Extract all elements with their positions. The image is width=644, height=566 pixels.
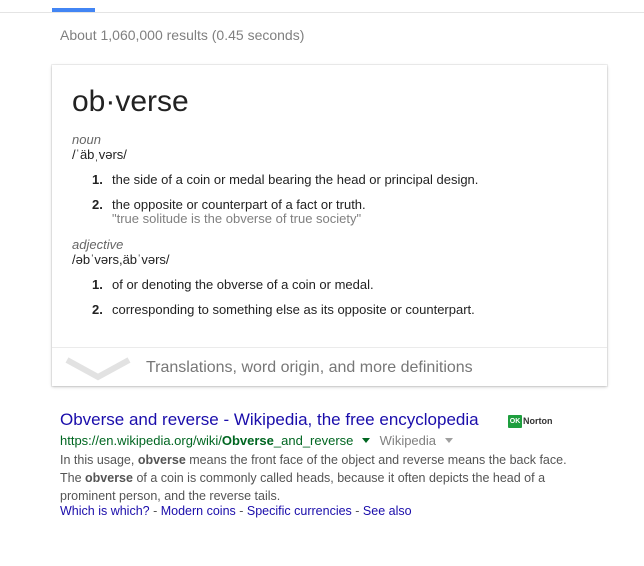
definition-text: corresponding to something else as its o… — [112, 302, 475, 317]
site-menu-caret-icon[interactable] — [444, 438, 453, 443]
result-snippet: In this usage, obverse means the front f… — [60, 451, 570, 505]
snippet-text: of a coin is commonly called heads, beca… — [60, 471, 546, 503]
norton-safe-badge[interactable]: OK Norton — [508, 414, 553, 428]
dictionary-card: ob·verse noun /ˈäbˌvərs/ 1. the side of … — [52, 65, 607, 386]
result-site-name: Wikipedia — [379, 433, 437, 448]
url-suffix: _and_reverse — [273, 433, 354, 448]
sitelink-separator: - — [351, 504, 363, 518]
noun-pronunciation: /ˈäbˌvərs/ — [72, 147, 127, 162]
sitelink[interactable]: Which is which? — [60, 504, 150, 518]
sitelink[interactable]: See also — [363, 504, 412, 518]
chevron-down-icon[interactable] — [64, 356, 132, 382]
snippet-keyword: obverse — [137, 453, 186, 467]
url-prefix: https://en.wikipedia.org/wiki/ — [60, 433, 222, 448]
result-sitelinks: Which is which? - Modern coins - Specifi… — [60, 504, 412, 518]
definition-text: of or denoting the obverse of a coin or … — [112, 277, 374, 292]
snippet-text: In this usage, — [60, 453, 138, 467]
active-tab-indicator — [52, 8, 95, 12]
sitelink-separator: - — [235, 504, 247, 518]
tab-bar — [0, 0, 644, 13]
url-menu-caret-icon[interactable] — [362, 438, 371, 443]
snippet-keyword: obverse — [85, 471, 133, 485]
definition-number: 1. — [92, 277, 103, 292]
result-title-link[interactable]: Obverse and reverse - Wikipedia, the fre… — [60, 410, 479, 430]
dictionary-word: ob·verse — [72, 85, 189, 118]
result-url: https://en.wikipedia.org/wiki/Obverse_an… — [60, 433, 453, 448]
definition-number: 2. — [92, 197, 103, 212]
sitelink[interactable]: Modern coins — [161, 504, 236, 518]
url-keyword: Obverse — [221, 433, 274, 448]
definition-text: the side of a coin or medal bearing the … — [112, 172, 479, 187]
more-definitions-label[interactable]: Translations, word origin, and more defi… — [146, 359, 473, 377]
adjective-pronunciation: /əbˈvərs,äbˈvərs/ — [72, 252, 170, 267]
definition-number: 1. — [92, 172, 103, 187]
more-definitions-toggle[interactable]: Translations, word origin, and more defi… — [52, 347, 607, 387]
norton-check-icon: OK — [508, 414, 522, 428]
adjective-label: adjective — [72, 237, 124, 252]
definition-example: "true solitude is the obverse of true so… — [112, 211, 362, 226]
result-stats: About 1,060,000 results (0.45 seconds) — [60, 27, 305, 43]
sitelink-separator: - — [149, 504, 161, 518]
noun-label: noun — [72, 132, 101, 147]
definition-number: 2. — [92, 302, 103, 317]
norton-label: Norton — [523, 416, 553, 426]
search-results-page: About 1,060,000 results (0.45 seconds) o… — [0, 0, 644, 566]
sitelink[interactable]: Specific currencies — [247, 504, 352, 518]
definition-text: the opposite or counterpart of a fact or… — [112, 197, 366, 212]
